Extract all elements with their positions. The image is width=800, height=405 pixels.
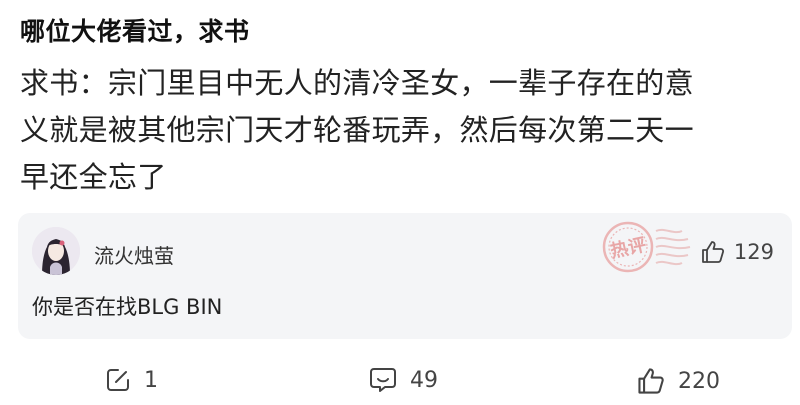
comment-text: 你是否在找BLG BIN (32, 295, 223, 319)
hot-comment-card[interactable]: 流火烛萤 你是否在找BLG BIN 热评 129 (18, 213, 792, 339)
like-button[interactable]: 220 (636, 366, 720, 396)
like-count: 220 (678, 368, 720, 394)
edit-count: 1 (144, 367, 158, 393)
post-action-bar: 1 49 220 (0, 362, 800, 402)
stamp-label: 热评 (608, 233, 648, 262)
post-body: 求书：宗门里目中无人的清冷圣女，一辈子存在的意 义就是被其他宗门天才轮番玩弄，然… (20, 60, 785, 201)
thumbs-up-icon (636, 366, 666, 396)
hot-comment-stamp: 热评 (598, 217, 694, 277)
comment-like-count: 129 (733, 240, 774, 264)
stamp-icon: 热评 (602, 221, 691, 273)
post-body-line: 求书：宗门里目中无人的清冷圣女，一辈子存在的意 (20, 66, 694, 100)
comment-bubble-icon (368, 366, 398, 394)
comment-author[interactable]: 流火烛萤 (94, 240, 174, 269)
post-title: 哪位大佬看过，求书 (20, 17, 250, 46)
avatar-portrait-icon (32, 227, 80, 275)
comment-button[interactable]: 49 (368, 366, 438, 394)
avatar[interactable] (32, 227, 80, 275)
post-body-line: 早还全忘了 (20, 160, 167, 194)
comment-count: 49 (410, 367, 438, 393)
thumbs-up-icon (700, 239, 726, 265)
edit-icon (104, 366, 132, 394)
comment-like-button[interactable]: 129 (700, 239, 774, 265)
edit-button[interactable]: 1 (104, 366, 158, 394)
post-body-line: 义就是被其他宗门天才轮番玩弄，然后每次第二天一 (20, 113, 694, 147)
